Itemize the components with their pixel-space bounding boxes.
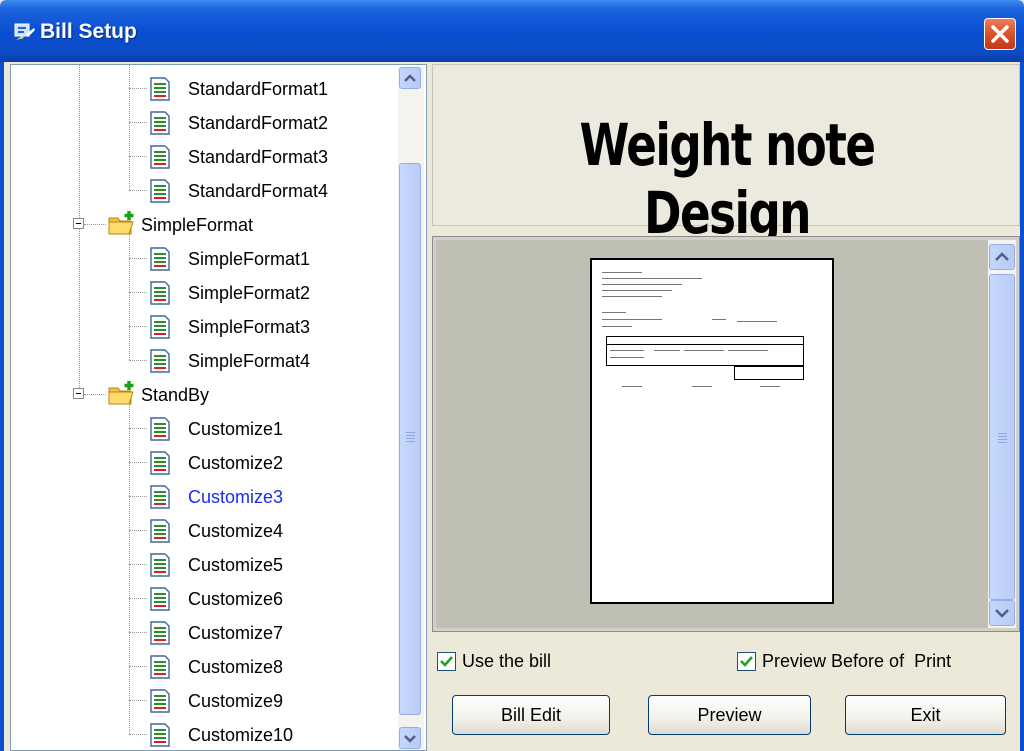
scroll-thumb[interactable] [399,163,421,715]
tree-item[interactable]: StandardFormat2 [11,107,396,137]
document-icon [149,519,171,543]
tree-item[interactable]: SimpleFormat4 [11,345,396,375]
chevron-up-icon [995,252,1009,261]
tree-item-label: StandardFormat1 [188,79,329,99]
tree-item[interactable]: SimpleFormat3 [11,311,396,341]
document-icon [149,621,171,645]
preview-scrollbar[interactable] [988,240,1016,628]
tree-item[interactable]: Customize6 [11,583,396,613]
tree-item-label: Customize4 [188,521,284,541]
preview-before-print-checkbox[interactable] [737,652,756,671]
folder-open-icon [107,210,137,238]
document-icon [149,587,171,611]
tree-item-label: Customize8 [188,657,284,677]
tree-item-label: Customize3 [188,487,284,507]
tree-item-label: Customize2 [188,453,284,473]
bill-preview-page [590,258,834,604]
design-title: Weight note Design [579,111,876,247]
scroll-up-button[interactable] [399,67,421,89]
document-icon [149,689,171,713]
bill-format-tree[interactable]: StandardFormat1 StandardFormat2 StandardFo… [10,64,427,751]
tree-item-label: SimpleFormat1 [188,249,311,269]
tree-folder-node[interactable]: SimpleFormat [11,209,396,239]
tree-item-label: SimpleFormat3 [188,317,311,337]
tree-item-label: Customize10 [188,725,294,745]
app-icon [14,23,35,40]
title-bar: Bill Setup [0,0,1024,62]
tree-item[interactable]: Customize2 [11,447,396,477]
tree-item[interactable]: StandardFormat1 [11,73,396,103]
use-bill-option[interactable]: Use the bill [437,651,551,672]
tree-item-label: SimpleFormat2 [188,283,311,303]
tree-scrollbar[interactable] [398,67,424,750]
preview-before-print-label: Preview Before of Print [762,651,952,671]
tree-item[interactable]: Customize8 [11,651,396,681]
tree-item-label: StandBy [141,385,210,405]
bill-edit-button[interactable]: Bill Edit [452,695,610,735]
document-icon [149,281,171,305]
tree-item-label: Customize1 [188,419,284,439]
scroll-down-button[interactable] [399,727,421,749]
tree-item[interactable]: Customize7 [11,617,396,647]
document-icon [149,723,171,747]
document-icon [149,553,171,577]
collapse-toggle-icon[interactable] [73,218,84,229]
tree-item[interactable]: Customize4 [11,515,396,545]
tree-item[interactable]: SimpleFormat2 [11,277,396,307]
document-icon [149,655,171,679]
preview-scroll-thumb[interactable] [989,274,1015,600]
tree-item-label: StandardFormat3 [188,147,329,167]
chevron-down-icon [995,609,1009,618]
document-icon [149,417,171,441]
tree-item[interactable]: Customize3 [11,481,396,511]
document-icon [149,315,171,339]
tree-item[interactable]: Customize9 [11,685,396,715]
close-icon [991,25,1009,43]
use-bill-label: Use the bill [462,651,552,671]
exit-button[interactable]: Exit [845,695,1006,735]
document-icon [149,77,171,101]
tree-item-label: StandardFormat4 [188,181,329,201]
tree-item-label: Customize6 [188,589,284,609]
preview-button[interactable]: Preview [648,695,811,735]
tree-item[interactable]: StandardFormat4 [11,175,396,205]
document-icon [149,145,171,169]
tree-item-label: SimpleFormat [141,215,254,235]
folder-open-icon [107,380,137,408]
chevron-up-icon [404,74,416,82]
tree-item[interactable]: SimpleFormat1 [11,243,396,273]
document-icon [149,111,171,135]
tree-item-label: Customize5 [188,555,284,575]
close-button[interactable] [984,18,1016,50]
checkmark-icon [440,656,453,667]
design-header-panel: Weight note Design [432,64,1020,247]
document-icon [149,485,171,509]
collapse-toggle-icon[interactable] [73,388,84,399]
document-icon [149,349,171,373]
tree-item-label: SimpleFormat4 [188,351,311,371]
tree-item-label: Customize7 [188,623,284,643]
tree-item-label: Customize9 [188,691,284,711]
use-bill-checkbox[interactable] [437,652,456,671]
preview-scroll-down-button[interactable] [989,600,1015,626]
document-icon [149,247,171,271]
tree-item[interactable]: StandardFormat3 [11,141,396,171]
tree-folder-node[interactable]: StandBy [11,379,396,409]
tree-item[interactable]: Customize10 [11,719,396,749]
tree-item[interactable]: Customize1 [11,413,396,443]
tree-item-label: StandardFormat2 [188,113,329,133]
window-title: Bill Setup [40,20,137,43]
tree-item[interactable]: Customize5 [11,549,396,579]
document-icon [149,179,171,203]
checkmark-icon [740,656,753,667]
document-icon [149,451,171,475]
chevron-down-icon [404,735,416,743]
preview-scroll-up-button[interactable] [989,244,1015,270]
preview-before-print-option[interactable]: Preview Before of Print [737,651,951,672]
